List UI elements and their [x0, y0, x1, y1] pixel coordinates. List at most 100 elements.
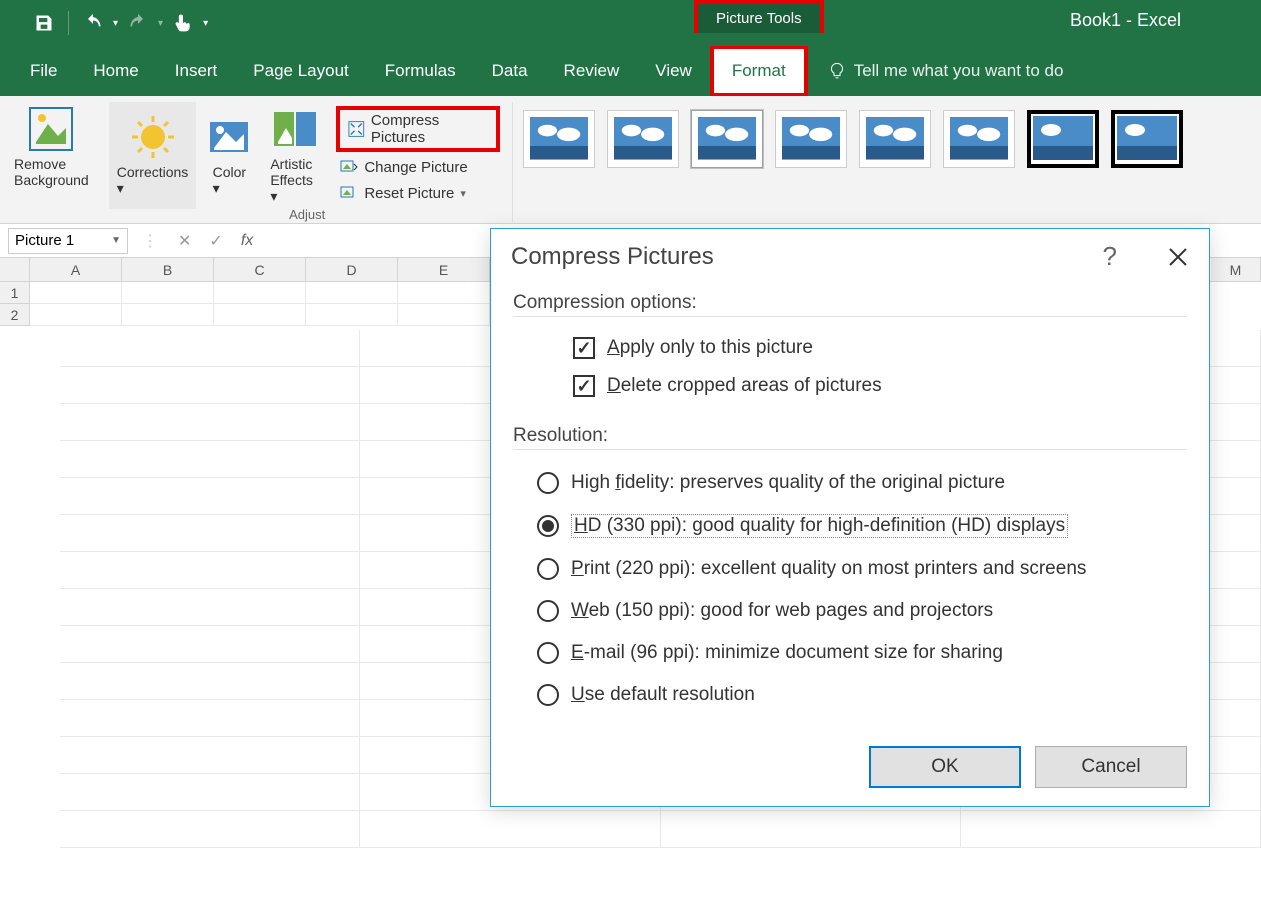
col-header-E[interactable]: E: [398, 258, 490, 281]
resolution-heading: Resolution:: [513, 425, 1187, 450]
radio-web[interactable]: Web (150 ppi): good for web pages and pr…: [513, 590, 1187, 632]
radio-email-label: E-mail (96 ppi): minimize document size …: [571, 642, 1003, 664]
help-button[interactable]: ?: [1103, 241, 1117, 272]
col-header-B[interactable]: B: [122, 258, 214, 281]
picture-style-3[interactable]: [691, 110, 763, 168]
fx-label[interactable]: fx: [241, 232, 253, 250]
radio-email-input[interactable]: [537, 642, 559, 664]
save-icon[interactable]: [32, 11, 56, 35]
name-box[interactable]: Picture 1 ▼: [8, 228, 128, 254]
redo-icon[interactable]: [126, 11, 150, 35]
name-box-dropdown-icon[interactable]: ▼: [111, 235, 121, 246]
picture-tools-contextual-tab: Picture Tools: [694, 0, 824, 33]
radio-print[interactable]: Print (220 ppi): excellent quality on mo…: [513, 548, 1187, 590]
radio-default[interactable]: Use default resolution: [513, 674, 1187, 716]
radio-email[interactable]: E-mail (96 ppi): minimize document size …: [513, 632, 1187, 674]
tab-insert[interactable]: Insert: [157, 49, 236, 93]
tab-format-highlight: Format: [710, 45, 808, 97]
enter-formula-icon[interactable]: ✓: [209, 231, 222, 251]
col-header-D[interactable]: D: [306, 258, 398, 281]
separator: [68, 11, 69, 35]
tell-me-search[interactable]: Tell me what you want to do: [828, 61, 1064, 81]
compression-options-heading: Compression options:: [513, 292, 1187, 317]
adjust-group-label: Adjust: [103, 207, 512, 222]
lightbulb-icon: [828, 62, 846, 80]
cancel-button[interactable]: Cancel: [1035, 746, 1187, 788]
picture-styles-gallery: [513, 102, 1261, 176]
picture-style-5[interactable]: [859, 110, 931, 168]
quick-access-toolbar: ▾ ▾ ▾: [0, 11, 208, 35]
delete-cropped-checkbox[interactable]: [573, 375, 595, 397]
radio-hd[interactable]: HD (330 ppi): good quality for high-defi…: [513, 504, 1187, 548]
radio-web-input[interactable]: [537, 600, 559, 622]
dialog-body: Compression options: Apply only to this …: [491, 292, 1209, 734]
color-label: Color▾: [213, 164, 246, 197]
tab-view[interactable]: View: [637, 49, 710, 93]
cell[interactable]: [306, 304, 398, 326]
radio-print-input[interactable]: [537, 558, 559, 580]
remove-background-button[interactable]: RemoveBackground: [6, 102, 97, 192]
picture-style-1[interactable]: [523, 110, 595, 168]
select-all-corner[interactable]: [0, 258, 30, 281]
cell[interactable]: [122, 282, 214, 304]
col-header-C[interactable]: C: [214, 258, 306, 281]
row-header-1[interactable]: 1: [0, 282, 30, 304]
radio-high-fidelity[interactable]: High fidelity: preserves quality of the …: [513, 462, 1187, 504]
tell-me-text: Tell me what you want to do: [854, 61, 1064, 81]
dialog-title: Compress Pictures: [511, 243, 714, 271]
cell[interactable]: [214, 282, 306, 304]
picture-style-6[interactable]: [943, 110, 1015, 168]
tab-data[interactable]: Data: [474, 49, 546, 93]
cell[interactable]: [30, 282, 122, 304]
tab-home[interactable]: Home: [75, 49, 156, 93]
undo-icon[interactable]: [81, 11, 105, 35]
corrections-label: Corrections▾: [117, 164, 189, 197]
tab-page-layout[interactable]: Page Layout: [235, 49, 366, 93]
cell[interactable]: [30, 304, 122, 326]
touch-dropdown-icon[interactable]: ▾: [203, 18, 208, 29]
cell[interactable]: [398, 282, 490, 304]
col-header-A[interactable]: A: [30, 258, 122, 281]
change-picture-button[interactable]: Change Picture: [336, 156, 499, 178]
picture-style-4[interactable]: [775, 110, 847, 168]
reset-picture-label: Reset Picture: [364, 185, 454, 202]
picture-style-8[interactable]: [1111, 110, 1183, 168]
picture-style-2[interactable]: [607, 110, 679, 168]
radio-web-label: Web (150 ppi): good for web pages and pr…: [571, 600, 993, 622]
close-icon[interactable]: [1167, 246, 1189, 268]
tab-formulas[interactable]: Formulas: [367, 49, 474, 93]
cell[interactable]: [398, 304, 490, 326]
redo-dropdown-icon[interactable]: ▾: [158, 18, 163, 29]
artistic-effects-button[interactable]: ArtisticEffects ▾: [262, 102, 328, 209]
tab-format[interactable]: Format: [714, 49, 804, 93]
delete-cropped-checkbox-row[interactable]: Delete cropped areas of pictures: [513, 367, 1187, 405]
delete-cropped-label: Delete cropped areas of pictures: [607, 375, 882, 397]
radio-print-label: Print (220 ppi): excellent quality on mo…: [571, 558, 1086, 580]
picture-style-7[interactable]: [1027, 110, 1099, 168]
col-header-M[interactable]: M: [1211, 258, 1261, 281]
radio-high-fidelity-input[interactable]: [537, 472, 559, 494]
tab-review[interactable]: Review: [546, 49, 638, 93]
corrections-button[interactable]: Corrections▾: [109, 102, 197, 209]
reset-picture-button[interactable]: Reset Picture ▾: [336, 182, 499, 204]
radio-default-input[interactable]: [537, 684, 559, 706]
apply-only-checkbox-row[interactable]: Apply only to this picture: [513, 329, 1187, 367]
tab-file[interactable]: File: [18, 49, 75, 93]
cell[interactable]: [122, 304, 214, 326]
name-box-value: Picture 1: [15, 232, 74, 249]
color-button[interactable]: Color▾: [198, 102, 260, 209]
reset-dropdown-icon[interactable]: ▾: [460, 187, 466, 200]
cell[interactable]: [214, 304, 306, 326]
compress-pictures-button[interactable]: Compress Pictures: [344, 110, 491, 148]
ok-button[interactable]: OK: [869, 746, 1021, 788]
cell[interactable]: [306, 282, 398, 304]
touch-mode-icon[interactable]: [171, 11, 195, 35]
row-header-2[interactable]: 2: [0, 304, 30, 326]
undo-dropdown-icon[interactable]: ▾: [113, 18, 118, 29]
radio-hd-input[interactable]: [537, 515, 559, 537]
ribbon-tabs: File Home Insert Page Layout Formulas Da…: [0, 46, 1261, 96]
dialog-buttons: OK Cancel: [491, 734, 1209, 806]
cancel-formula-icon[interactable]: ✕: [178, 231, 191, 251]
change-picture-icon: [340, 158, 358, 176]
apply-only-checkbox[interactable]: [573, 337, 595, 359]
